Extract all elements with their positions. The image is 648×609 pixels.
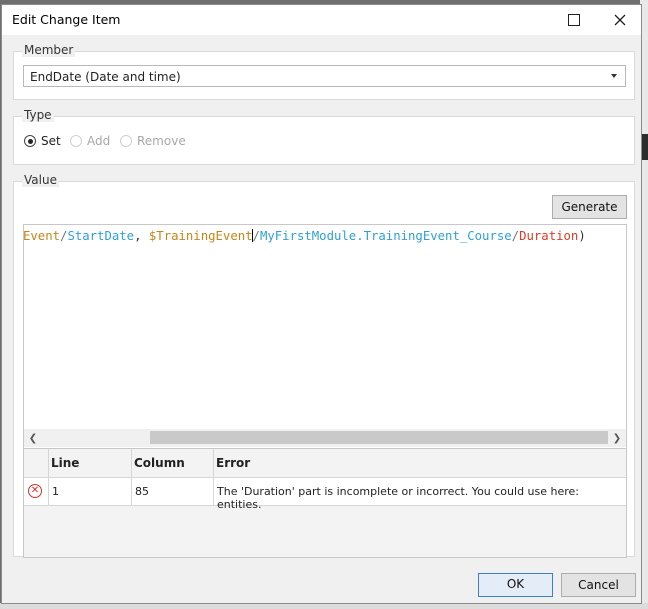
type-group: Type Set Add Remove	[13, 108, 635, 165]
radio-add[interactable]: Add	[70, 134, 110, 148]
cancel-button[interactable]: Cancel	[561, 573, 636, 597]
dialog-title: Edit Change Item	[12, 12, 121, 27]
radio-set-label: Set	[41, 134, 61, 148]
column-header-line[interactable]: Line	[51, 456, 79, 470]
type-legend: Type	[22, 108, 54, 122]
column-divider	[213, 478, 214, 505]
maximize-button[interactable]	[552, 5, 596, 35]
column-divider	[131, 478, 132, 505]
code-token: MyFirstModule.TrainingEvent_Course	[259, 229, 512, 243]
error-table-header: Line Column Error	[24, 449, 626, 478]
member-select-value: EndDate (Date and time)	[30, 70, 181, 84]
error-line: 1	[52, 485, 59, 498]
error-table: Line Column Error ✕ 1 85 The 'Duration' …	[23, 449, 627, 558]
column-header-column[interactable]: Column	[134, 456, 185, 470]
code-token: $TrainingEvent	[148, 229, 253, 243]
ok-button[interactable]: OK	[478, 573, 553, 597]
chevron-down-icon	[611, 74, 617, 78]
radio-add-control[interactable]	[70, 135, 82, 147]
radio-remove-label: Remove	[137, 134, 186, 148]
generate-button[interactable]: Generate	[552, 195, 627, 219]
error-message: The 'Duration' part is incomplete or inc…	[217, 485, 580, 511]
code-token: Duration	[519, 229, 579, 243]
member-select[interactable]: EndDate (Date and time)	[23, 65, 626, 87]
value-legend: Value	[22, 173, 59, 187]
column-divider	[48, 478, 49, 505]
horizontal-scrollbar[interactable]: ❮ ❯	[23, 429, 627, 447]
code-token: /	[252, 229, 260, 243]
close-icon	[614, 14, 626, 26]
code-line: Event/StartDate, $TrainingEvent/MyFirstM…	[23, 229, 586, 243]
member-legend: Member	[22, 43, 76, 57]
column-header-error[interactable]: Error	[216, 456, 250, 470]
code-token: /	[511, 229, 520, 243]
scrollbar-thumb[interactable]	[150, 431, 608, 444]
code-token: ,	[134, 229, 149, 243]
radio-remove[interactable]: Remove	[120, 134, 186, 148]
code-token: Event	[23, 229, 61, 243]
close-button[interactable]	[598, 5, 642, 35]
member-group: Member EndDate (Date and time)	[13, 43, 635, 100]
code-token: StartDate	[67, 229, 135, 243]
expression-editor[interactable]: Event/StartDate, $TrainingEvent/MyFirstM…	[23, 224, 627, 449]
radio-set-control[interactable]	[24, 135, 36, 147]
table-row[interactable]: ✕ 1 85 The 'Duration' part is incomplete…	[24, 478, 626, 511]
radio-remove-control[interactable]	[120, 135, 132, 147]
maximize-icon	[568, 14, 580, 26]
error-icon: ✕	[28, 484, 42, 498]
title-bar[interactable]: Edit Change Item	[2, 5, 641, 35]
radio-add-label: Add	[87, 134, 111, 148]
radio-set[interactable]: Set	[24, 134, 61, 148]
edit-change-item-dialog: Edit Change Item Member EndDate (Date an…	[1, 4, 642, 604]
code-token: )	[578, 229, 586, 243]
error-column: 85	[135, 485, 149, 498]
scroll-right-icon[interactable]: ❯	[611, 432, 623, 444]
value-group: Value Generate Event / StartDate, $Trainin…	[13, 173, 635, 558]
scroll-left-icon[interactable]: ❮	[27, 432, 39, 444]
